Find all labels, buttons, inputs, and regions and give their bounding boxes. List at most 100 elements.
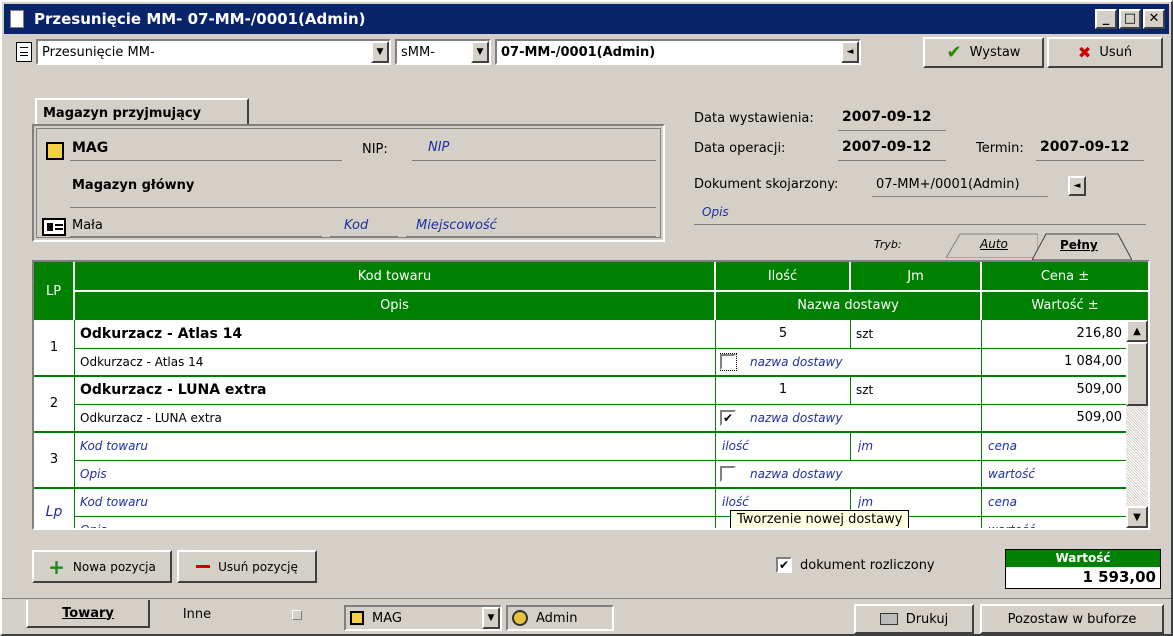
chevron-down-icon[interactable]: ▼	[371, 41, 389, 63]
row-delivery[interactable]: nazwa dostawy	[720, 460, 980, 487]
title-bar[interactable]: Przesunięcie MM- 07-MM-/0001(Admin) _ □ …	[4, 4, 1169, 34]
row-value[interactable]: 1 084,00	[982, 348, 1122, 375]
operation-date-field[interactable]: 2007-09-12	[842, 139, 932, 155]
row-code[interactable]: Kod towaru	[80, 488, 710, 515]
row-price[interactable]: 509,00	[982, 376, 1123, 403]
chevron-down-icon[interactable]: ▼	[471, 41, 489, 63]
header-qty[interactable]: Ilość	[716, 262, 850, 291]
settled-checkbox-row[interactable]: ✔ dokument rozliczony	[776, 557, 935, 573]
document-icon	[10, 10, 24, 28]
footer-user-field[interactable]: Admin	[506, 605, 614, 631]
row-value[interactable]: 509,00	[982, 404, 1123, 431]
issue-button[interactable]: ✔ Wystaw	[923, 37, 1044, 68]
header-price[interactable]: Cena ±	[982, 262, 1148, 291]
row-code[interactable]: Kod towaru	[80, 432, 710, 459]
chevron-left-icon[interactable]: ◄	[1068, 176, 1086, 196]
header-lp-label: LP	[45, 283, 62, 299]
warehouse-tab-label: Magazyn przyjmujący	[43, 105, 202, 121]
positions-grid[interactable]: LP Kod towaru Ilość Jm Cena ± Opis Nazwa…	[32, 260, 1150, 530]
issue-date-field[interactable]: 2007-09-12	[842, 109, 932, 125]
delete-label: Usuń	[1099, 45, 1133, 60]
new-delivery-checkbox[interactable]	[720, 352, 737, 371]
description-field[interactable]: Opis	[702, 205, 729, 219]
row-code[interactable]: Odkurzacz - LUNA extra	[80, 376, 710, 403]
delivery-name-field[interactable]: nazwa dostawy	[750, 411, 842, 425]
row-qty[interactable]: 1	[716, 376, 850, 403]
vertical-scrollbar[interactable]: ▲ ▼	[1126, 320, 1148, 528]
delivery-name-field[interactable]: nazwa dostawy	[750, 355, 842, 369]
footer-user-value: Admin	[536, 610, 578, 626]
header-value[interactable]: Wartość ±	[982, 292, 1148, 320]
remove-position-label: Usuń pozycję	[218, 559, 298, 574]
settled-checkbox[interactable]: ✔	[776, 557, 792, 573]
maximize-button[interactable]: □	[1119, 9, 1141, 29]
scroll-down-button[interactable]: ▼	[1126, 506, 1148, 528]
chevron-down-icon[interactable]: ▼	[482, 607, 500, 629]
postcode-field[interactable]: Kod	[344, 218, 368, 233]
total-label: Wartość	[1006, 550, 1160, 567]
print-label: Drukuj	[905, 611, 949, 627]
add-position-button[interactable]: + Nowa pozycja	[32, 550, 172, 583]
row-value[interactable]: wartość	[988, 516, 1118, 529]
doc-type-icon	[16, 42, 32, 62]
row-price[interactable]: cena	[988, 432, 1118, 459]
row-unit[interactable]: szt	[856, 376, 976, 403]
delete-button[interactable]: ✖ Usuń	[1047, 37, 1163, 68]
row-desc[interactable]: Odkurzacz - Atlas 14	[80, 348, 710, 375]
header-code[interactable]: Kod towaru	[75, 262, 715, 291]
scroll-up-button[interactable]: ▲	[1126, 320, 1148, 342]
warehouse-tab[interactable]: Magazyn przyjmujący	[35, 98, 249, 126]
row-lp: 1	[49, 340, 59, 355]
save-to-buffer-button[interactable]: Pozostaw w buforze	[980, 604, 1164, 634]
scroll-thumb[interactable]	[1126, 342, 1148, 406]
row-value[interactable]: wartość	[988, 460, 1118, 487]
row-delivery[interactable]: ✔ nazwa dostawy	[720, 404, 980, 431]
print-button[interactable]: Drukuj	[854, 604, 974, 634]
tab-other[interactable]: Inne	[152, 600, 242, 628]
street-field[interactable]: Mała	[72, 218, 103, 233]
window-title: Przesunięcie MM- 07-MM-/0001(Admin)	[34, 10, 366, 28]
header-unit[interactable]: Jm	[851, 262, 981, 291]
minimize-button[interactable]: _	[1095, 9, 1117, 29]
row-code[interactable]: Odkurzacz - Atlas 14	[80, 320, 710, 347]
term-field[interactable]: 2007-09-12	[1040, 139, 1130, 155]
row-qty[interactable]: 5	[716, 320, 850, 347]
nip-field[interactable]: NIP	[428, 140, 449, 155]
doc-number-field[interactable]: 07-MM-/0001(Admin) ◄	[495, 39, 861, 65]
row-desc[interactable]: Odkurzacz - LUNA extra	[80, 404, 710, 431]
mode-tab-auto-label: Auto	[980, 237, 1008, 251]
row-delivery[interactable]: nazwa dostawy	[720, 348, 980, 375]
operation-date-label: Data operacji:	[694, 141, 786, 156]
row-unit[interactable]: szt	[856, 320, 976, 347]
row-qty[interactable]: ilość	[722, 432, 842, 459]
header-desc[interactable]: Opis	[75, 292, 715, 320]
tab-goods-label: Towary	[62, 605, 114, 621]
row-desc[interactable]: Opis	[80, 516, 710, 529]
delivery-name-field[interactable]: nazwa dostawy	[750, 467, 842, 481]
issue-date-label: Data wystawienia:	[694, 111, 814, 126]
tab-goods[interactable]: Towary	[26, 600, 150, 628]
row-lp: 3	[49, 452, 59, 467]
new-delivery-checkbox[interactable]: ✔	[720, 409, 736, 426]
doc-type-select[interactable]: Przesunięcie MM- ▼	[36, 39, 391, 65]
mode-tab-full[interactable]: Pełny	[1032, 232, 1132, 260]
row-unit[interactable]: jm	[858, 432, 978, 459]
small-square-icon	[292, 610, 302, 620]
series-select[interactable]: sMM- ▼	[395, 39, 491, 65]
footer-warehouse-select[interactable]: MAG ▼	[344, 605, 502, 631]
city-field[interactable]: Miejscowość	[416, 218, 497, 233]
row-price[interactable]: 216,80	[982, 320, 1123, 347]
chevron-left-icon[interactable]: ◄	[841, 41, 859, 63]
row-price[interactable]: cena	[988, 488, 1118, 515]
remove-position-button[interactable]: Usuń pozycję	[177, 550, 317, 583]
related-doc-label: Dokument skojarzony:	[694, 177, 839, 192]
header-delivery[interactable]: Nazwa dostawy	[716, 292, 981, 320]
row-desc[interactable]: Opis	[80, 460, 710, 487]
cube-icon	[46, 142, 64, 160]
mode-tab-auto[interactable]: Auto	[946, 232, 1038, 258]
close-button[interactable]: ✕	[1143, 9, 1165, 29]
related-doc-value: 07-MM+/0001(Admin)	[876, 177, 1020, 192]
cube-icon	[350, 611, 364, 625]
table-row[interactable]: Lp Kod towaru Opis ilość jm cena wartość	[34, 488, 1128, 529]
new-delivery-checkbox[interactable]	[720, 465, 736, 482]
